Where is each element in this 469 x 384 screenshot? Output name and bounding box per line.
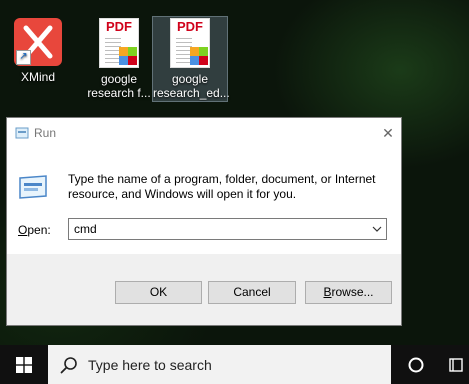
dialog-button-bar: OK Cancel Browse... [7,254,401,325]
taskbar: Type here to search [0,345,469,384]
desktop-icon-xmind[interactable]: ↗ XMind [1,18,75,88]
taskbar-search-box[interactable]: Type here to search [48,345,391,384]
pdf-file-icon: PDF [170,18,210,68]
start-button[interactable] [0,345,48,384]
pdf-badge-text: PDF [106,19,132,34]
search-placeholder: Type here to search [88,357,212,373]
desktop-icon-pdf-1[interactable]: PDF google research f... [82,18,156,102]
cancel-button[interactable]: Cancel [208,281,296,304]
dialog-titlebar[interactable]: Run ✕ [7,118,401,148]
open-label: Open: [18,223,51,237]
shortcut-arrow-icon: ↗ [16,50,31,65]
task-view-button[interactable] [441,345,469,384]
pdf-badge-text: PDF [177,19,203,34]
desktop-icon-label: google research f... [87,72,151,100]
run-dialog: Run ✕ Type the name of a program, folder… [6,117,402,326]
pdf-app-badge-icon [190,47,208,65]
cortana-circle-icon [408,357,424,373]
desktop-icon-label: XMind [20,70,55,84]
chevron-down-icon[interactable] [372,223,382,235]
desktop-icon-pdf-2[interactable]: PDF google research_ed... [152,16,230,102]
open-label-accelerator: O [18,223,28,237]
windows-logo-icon [16,357,32,373]
close-button[interactable]: ✕ [375,121,401,145]
browse-button[interactable]: Browse... [305,281,392,304]
run-program-icon [19,175,47,199]
dialog-description: Type the name of a program, folder, docu… [68,172,376,201]
pdf-app-badge-icon [119,47,137,65]
close-icon: ✕ [382,125,394,141]
dialog-body: Type the name of a program, folder, docu… [7,148,401,254]
pdf-file-icon: PDF [99,18,139,68]
open-label-text: pen: [27,223,51,237]
desktop-icon-label: google research_ed... [153,72,230,100]
dialog-title: Run [34,126,57,140]
open-command-input[interactable]: cmd [68,218,387,240]
browse-accelerator: B [323,285,332,299]
task-view-icon [449,358,463,372]
search-icon [60,357,77,374]
browse-label: rowse... [331,285,374,299]
run-icon [15,127,29,139]
open-command-value: cmd [74,222,97,236]
xmind-icon: ↗ [14,18,62,66]
ok-button[interactable]: OK [115,281,202,304]
cortana-button[interactable] [391,345,441,384]
